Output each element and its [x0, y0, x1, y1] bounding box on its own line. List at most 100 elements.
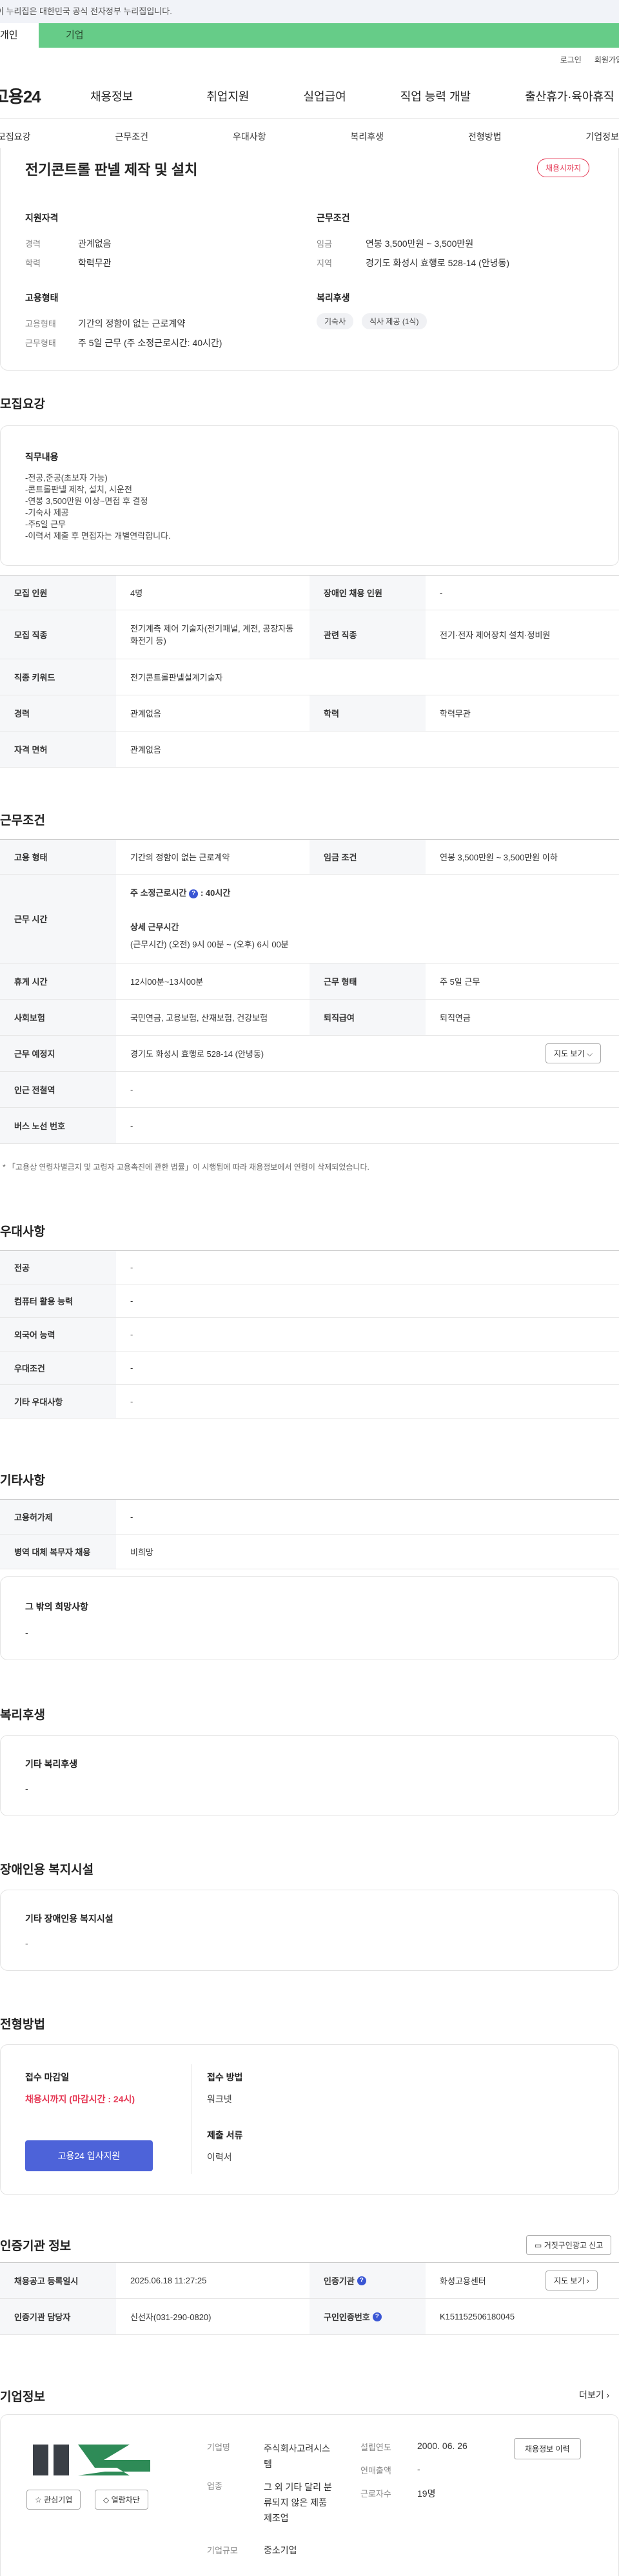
star-icon: ☆ — [35, 2495, 42, 2504]
company-employees: 19명 — [417, 2488, 436, 2499]
gnb-vocational-training[interactable]: 직업 능력 개발 — [400, 88, 471, 104]
cond-heading: 근무조건 — [317, 213, 350, 223]
job-desc-line: -콘트롤판넬 제작, 설치, 시운전 — [25, 485, 132, 494]
cond-label: 임금 — [317, 239, 332, 249]
subnav-recruit[interactable]: 모집요강 — [0, 130, 31, 143]
map-button[interactable]: 지도 보기 ⌵ — [545, 1043, 601, 1063]
facility-card-value: - — [25, 1938, 28, 1948]
info-icon[interactable]: ? — [372, 2312, 382, 2321]
table-row: 우대조건 - — [0, 1351, 619, 1385]
table-row: 모집 직종 전기계측 제어 기술자(전기패널, 계전, 공장자동화전기 등) 관… — [0, 610, 619, 659]
table-row: 직종 키워드 전기콘트롤판넬설계기술자 — [0, 659, 619, 695]
cond-value: 경기도 화성시 효행로 528-14 (안녕동) — [366, 258, 510, 268]
table-row: 모집 인원 4명 장애인 채용 인원 - — [0, 576, 619, 610]
welfare-card-value: - — [25, 1783, 28, 1794]
divider — [191, 2064, 192, 2174]
job-history-button[interactable]: 채용정보 이력 — [514, 2438, 581, 2459]
favorite-company-button[interactable]: ☆ 관심기업 — [26, 2490, 81, 2510]
company-label: 기업규모 — [207, 2546, 238, 2555]
row-value: 관계없음 — [130, 745, 161, 755]
facility-card: 기타 장애인용 복지시설 - — [0, 1890, 619, 1971]
job-desc-body: -전공,준공(초보자 가능) -콘트롤판넬 제작, 설치, 시운전 -연봉 3,… — [25, 472, 171, 542]
agency-map-button[interactable]: 지도 보기 › — [545, 2271, 598, 2290]
qual-value: 관계없음 — [78, 238, 112, 249]
row-value: 연봉 3,500만원 ~ 3,500만원 이하 — [440, 853, 558, 862]
site-logo[interactable]: 고용24 — [0, 84, 90, 108]
detail-hours-heading: 상세 근무시간 — [130, 922, 179, 932]
welfare-title: 복리후생 — [0, 1709, 45, 1722]
row-value: 전기·전자 제어장치 설치·정비원 — [440, 630, 551, 640]
tab-enterprise[interactable]: 기업 — [39, 23, 619, 48]
other-wishes-card: 그 밖의 희망사항 - — [0, 1576, 619, 1660]
more-link[interactable]: 더보기 › — [579, 2388, 609, 2401]
row-value: 주 5일 근무 — [440, 977, 480, 987]
subnav-company[interactable]: 기업정보 — [585, 130, 619, 143]
table-row: 기타 우대사항 - — [0, 1385, 619, 1419]
row-value: 학력무관 — [440, 709, 471, 719]
document-icon: ▭ — [535, 2241, 542, 2250]
row-label: 컴퓨터 활용 능력 — [0, 1284, 116, 1317]
gnb-maternity-leave[interactable]: 출산휴가·육아휴직 — [525, 88, 614, 104]
login-link[interactable]: 로그인 — [560, 54, 582, 73]
table-row: 병역 대체 복무자 채용 비희망 — [0, 1535, 619, 1569]
row-label: 휴게 시간 — [0, 964, 116, 999]
tab-personal[interactable]: 개인 — [0, 23, 39, 48]
favorite-label: 관심기업 — [44, 2495, 73, 2504]
agency-map-label: 지도 보기 — [554, 2276, 585, 2285]
selection-card: 접수 마감일 채용시까지 (마감시간 : 24시) 고용24 입사지원 접수 방… — [0, 2044, 619, 2195]
docs-heading: 제출 서류 — [207, 2130, 243, 2140]
signup-link[interactable]: 회원가입 — [594, 54, 619, 73]
info-icon[interactable]: ? — [357, 2276, 366, 2285]
block-company-button[interactable]: ◇ 열람차단 — [95, 2490, 148, 2510]
row-value: - — [130, 1363, 133, 1373]
row-label: 인증기관 담당자 — [0, 2299, 116, 2334]
row-label: 퇴직급여 — [310, 1000, 426, 1035]
row-value: 12시00분~13시00분 — [130, 977, 204, 987]
row-label: 인근 전철역 — [0, 1072, 116, 1107]
company-label: 근로자수 — [360, 2489, 391, 2499]
facility-title: 장애인용 복지시설 — [0, 1863, 94, 1877]
row-label: 버스 노선 번호 — [0, 1108, 116, 1143]
subnav-work[interactable]: 근무조건 — [115, 130, 148, 143]
method-value: 워크넷 — [207, 2094, 232, 2104]
global-nav: 고용24 채용정보 취업지원 실업급여 직업 능력 개발 출산휴가·육아휴직 — [0, 73, 619, 119]
subnav-selection[interactable]: 전형방법 — [468, 130, 502, 143]
welfare-card: 기타 복리후생 - — [0, 1735, 619, 1816]
apply-button[interactable]: 고용24 입사지원 — [25, 2140, 153, 2171]
table-row: 외국어 능력 - — [0, 1318, 619, 1351]
weekly-hours-label: 주 소정근로시간 — [130, 888, 187, 898]
job-desc-line: -이력서 제출 후 면접자는 개별연락합니다. — [25, 531, 171, 541]
job-desc-line: -연봉 3,500만원 이상~면접 후 결정 — [25, 496, 148, 506]
status-badge: 채용시까지 — [537, 159, 590, 177]
job-desc-line: -주5일 근무 — [25, 519, 66, 529]
cond-label: 지역 — [317, 258, 332, 268]
company-established: 2000. 06. 26 — [417, 2441, 467, 2451]
row-value: - — [130, 1512, 133, 1522]
subnav-welfare[interactable]: 복리후생 — [350, 130, 384, 143]
emp-value: 기간의 정함이 없는 근로계약 — [78, 318, 186, 329]
detail-hours-value: (근무시간) (오전) 9시 00분 ~ (오후) 6시 00분 — [130, 940, 289, 949]
table-row: 전공 - — [0, 1251, 619, 1284]
table-row: 인근 전철역 - — [0, 1072, 619, 1108]
table-row: 자격 면허 관계없음 — [0, 731, 619, 768]
row-value: 비희망 — [130, 1547, 153, 1557]
gnb-job-info[interactable]: 채용정보 — [90, 88, 133, 104]
table-row: 컴퓨터 활용 능력 - — [0, 1284, 619, 1318]
welfare-card-heading: 기타 복리후생 — [25, 1759, 78, 1769]
info-icon[interactable]: ? — [189, 889, 199, 898]
row-label: 전공 — [0, 1251, 116, 1284]
gnb-unemployment-benefit[interactable]: 실업급여 — [304, 88, 346, 104]
row-value: K151152506180045 — [440, 2312, 515, 2321]
table-row: 경력 관계없음 학력 학력무관 — [0, 695, 619, 731]
emp-value: 주 5일 근무 (주 소정근로시간: 40시간) — [78, 338, 222, 348]
more-label: 더보기 — [579, 2390, 604, 2400]
row-value: 관계없음 — [130, 709, 161, 719]
row-value: 전기계측 제어 기술자(전기패널, 계전, 공장자동화전기 등) — [130, 623, 294, 646]
recruit-title: 모집요강 — [0, 398, 45, 411]
row-value: - — [130, 1330, 133, 1339]
subnav-pref[interactable]: 우대사항 — [233, 130, 266, 143]
report-button[interactable]: ▭ 거짓구인광고 신고 — [526, 2235, 612, 2255]
other-wishes-value: - — [25, 1627, 28, 1638]
gnb-employment-support[interactable]: 취업지원 — [206, 88, 249, 104]
row-value: 국민연금, 고용보험, 산재보험, 건강보험 — [130, 1013, 268, 1023]
